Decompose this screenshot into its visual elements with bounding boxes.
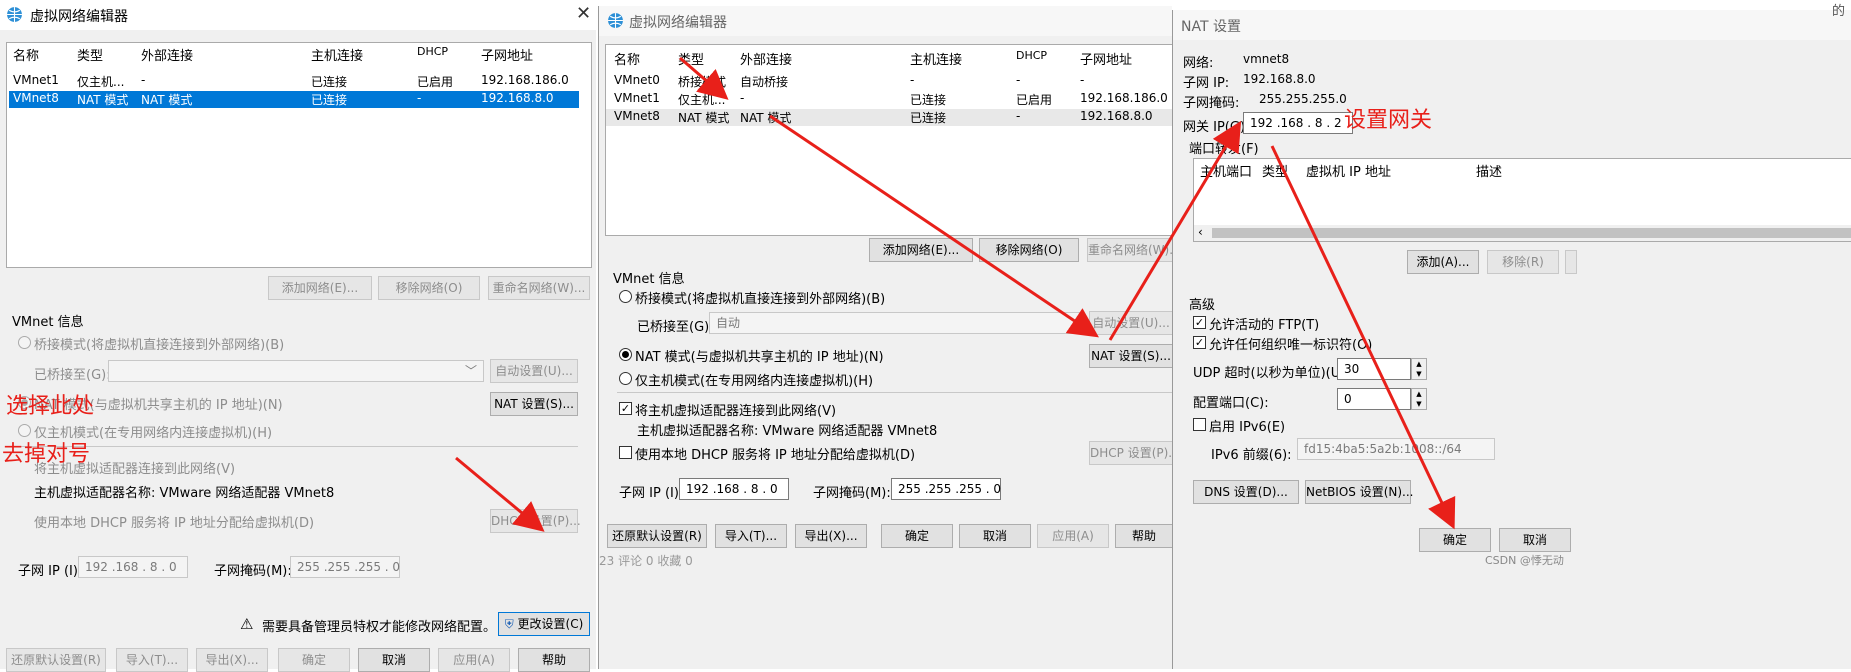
arrow-vmnet8 (679, 56, 729, 100)
arrow-nat-settings (769, 114, 1099, 338)
arrow-change-settings (455, 456, 545, 532)
arrow-gateway (1108, 120, 1242, 341)
arrow-ok (1270, 145, 1456, 530)
annotation-arrows (455, 56, 1456, 532)
